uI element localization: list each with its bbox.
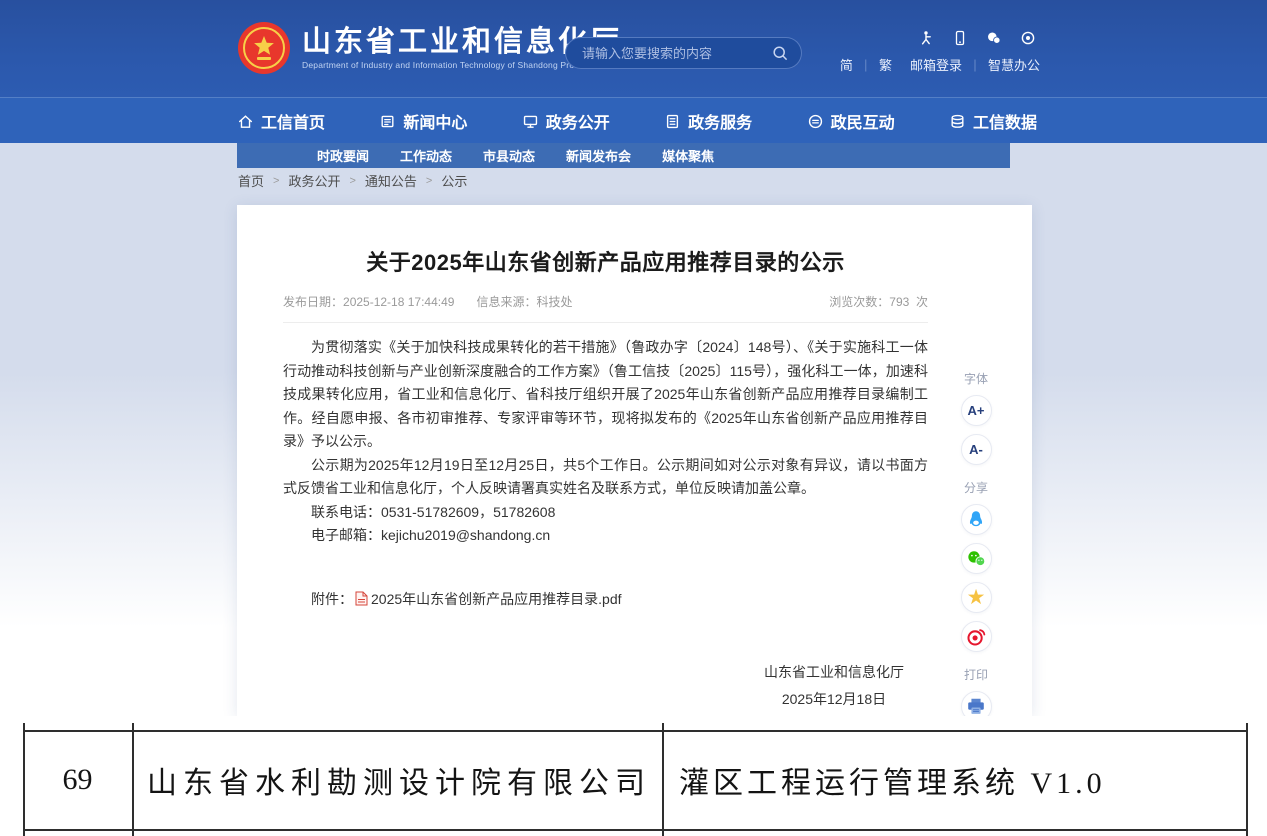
breadcrumb-notices[interactable]: 通知公告 [365,171,417,190]
table-cell-company: 山东省水利勘测设计院有限公司 [147,731,662,829]
table-border [23,829,1248,831]
nav-label: 工信首页 [261,109,325,133]
nav-item-gov-disclosure[interactable]: 政务公开 [522,109,610,133]
subnav-item-city[interactable]: 市县动态 [483,146,535,165]
share-qq-button[interactable] [961,504,992,535]
site-header: 山东省工业和信息化厅 Department of Industry and In… [0,0,1267,97]
divider: ｜ [969,59,981,73]
font-decrease-glyph: A- [969,442,983,457]
font-increase-glyph: A+ [968,403,985,418]
info-source: 信息来源：科技处 [476,293,572,310]
favorite-star-icon: ★ [967,587,986,608]
table-border [132,723,134,836]
article-card: 关于2025年山东省创新产品应用推荐目录的公示 发布日期：2025-12-18 … [237,205,1032,716]
breadcrumb-separator: > [349,175,355,187]
signature-date: 2025年12月18日 [764,686,904,713]
contact-email: 电子邮箱：kejichu2019@shandong.cn [283,524,928,548]
share-favorite-button[interactable]: ★ [961,582,992,613]
font-decrease-button[interactable]: A- [961,434,992,465]
wechat-share-icon[interactable] [986,30,1002,46]
attachment-row: 附件： 2025年山东省创新产品应用推荐目录.pdf [283,589,928,609]
signature-org: 山东省工业和信息化厅 [764,659,904,686]
mobile-icon[interactable] [952,30,968,46]
nav-label: 工信数据 [973,109,1037,133]
share-weibo-button[interactable] [961,621,992,652]
share-label: 分享 [951,479,1001,496]
breadcrumb: 首页 > 政务公开 > 通知公告 > 公示 [238,171,467,190]
nav-item-home[interactable]: 工信首页 [237,109,325,133]
breadcrumb-gov-disclosure[interactable]: 政务公开 [288,171,340,190]
nav-label: 政民互动 [831,109,895,133]
subnav-item-press[interactable]: 新闻发布会 [566,146,631,165]
breadcrumb-separator: > [273,175,279,187]
news-subnav: 时政要闻 工作动态 市县动态 新闻发布会 媒体聚焦 [237,143,1010,168]
printer-icon [965,696,987,718]
table-border [1246,723,1248,836]
lang-traditional[interactable]: 繁 [879,58,892,73]
news-icon [379,113,396,130]
accessibility-icon[interactable] [918,30,934,46]
search-input[interactable] [582,46,772,61]
share-wechat-button[interactable] [961,543,992,574]
nav-item-industry-data[interactable]: 工信数据 [949,109,1037,133]
document-icon [664,113,681,130]
weibo-icon [965,626,987,648]
signature-block: 山东省工业和信息化厅 2025年12月18日 [283,659,928,713]
nav-label: 政务服务 [688,109,752,133]
contact-phone: 联系电话：0531-51782609，51782608 [283,501,928,525]
main-navbar: 工信首页 新闻中心 政务公开 政务服务 [0,97,1267,143]
article-body: 为贯彻落实《关于加快科技成果转化的若干措施》（鲁政办字〔2024〕148号）、《… [283,336,928,548]
chat-icon [807,113,824,130]
nav-item-news[interactable]: 新闻中心 [379,109,467,133]
wechat-icon [965,548,988,570]
font-size-label: 字体 [951,370,1001,387]
national-emblem-icon [237,21,291,75]
paragraph: 为贯彻落实《关于加快科技成果转化的若干措施》（鲁政办字〔2024〕148号）、《… [283,336,928,454]
nav-label: 政务公开 [546,109,610,133]
nav-label: 新闻中心 [403,109,467,133]
qq-icon [965,509,987,531]
subnav-item-media[interactable]: 媒体聚焦 [662,146,714,165]
article-meta: 发布日期：2025-12-18 17:44:49 信息来源：科技处 浏览次数：7… [283,293,928,323]
pdf-file-icon [355,591,368,606]
subnav-item-work[interactable]: 工作动态 [400,146,452,165]
nav-item-public-interaction[interactable]: 政民互动 [807,109,895,133]
breadcrumb-separator: > [426,175,432,187]
mail-login-link[interactable]: 邮箱登录 [910,58,962,73]
nav-item-gov-services[interactable]: 政务服务 [664,109,752,133]
pdf-preview-table: 69 山东省水利勘测设计院有限公司 灌区工程运行管理系统 V1.0 [0,716,1267,836]
smart-office-link[interactable]: 智慧办公 [988,58,1040,73]
weibo-share-icon[interactable] [1020,30,1036,46]
table-cell-product: 灌区工程运行管理系统 V1.0 [679,731,1239,829]
publish-date: 发布日期：2025-12-18 17:44:49 [283,293,454,310]
table-cell-row-number: 69 [23,731,132,829]
paragraph: 公示期为2025年12月19日至12月25日，共5个工作日。公示期间如对公示对象… [283,454,928,501]
attachment-label: 附件： [311,589,353,609]
page-title: 关于2025年山东省创新产品应用推荐目录的公示 [283,245,928,277]
monitor-icon [522,113,539,130]
print-label: 打印 [951,666,1001,683]
subnav-item-politics[interactable]: 时政要闻 [317,146,369,165]
table-border [662,723,664,836]
article-toolbar: 字体 A+ A- 分享 ★ 打印 [951,370,1001,722]
search-icon[interactable] [772,45,789,62]
home-icon [237,113,254,130]
lang-simplified[interactable]: 简 [840,58,853,73]
search-bar[interactable] [565,37,802,69]
font-increase-button[interactable]: A+ [961,395,992,426]
site-logo[interactable]: 山东省工业和信息化厅 Department of Industry and In… [237,21,622,75]
divider: ｜ [860,59,872,73]
header-utilities: 简 ｜ 繁 邮箱登录 ｜ 智慧办公 [840,30,1040,74]
breadcrumb-current[interactable]: 公示 [441,171,467,190]
database-icon [949,113,966,130]
attachment-link[interactable]: 2025年山东省创新产品应用推荐目录.pdf [371,589,622,609]
view-count: 浏览次数：793 次 [829,293,928,310]
breadcrumb-home[interactable]: 首页 [238,171,264,190]
